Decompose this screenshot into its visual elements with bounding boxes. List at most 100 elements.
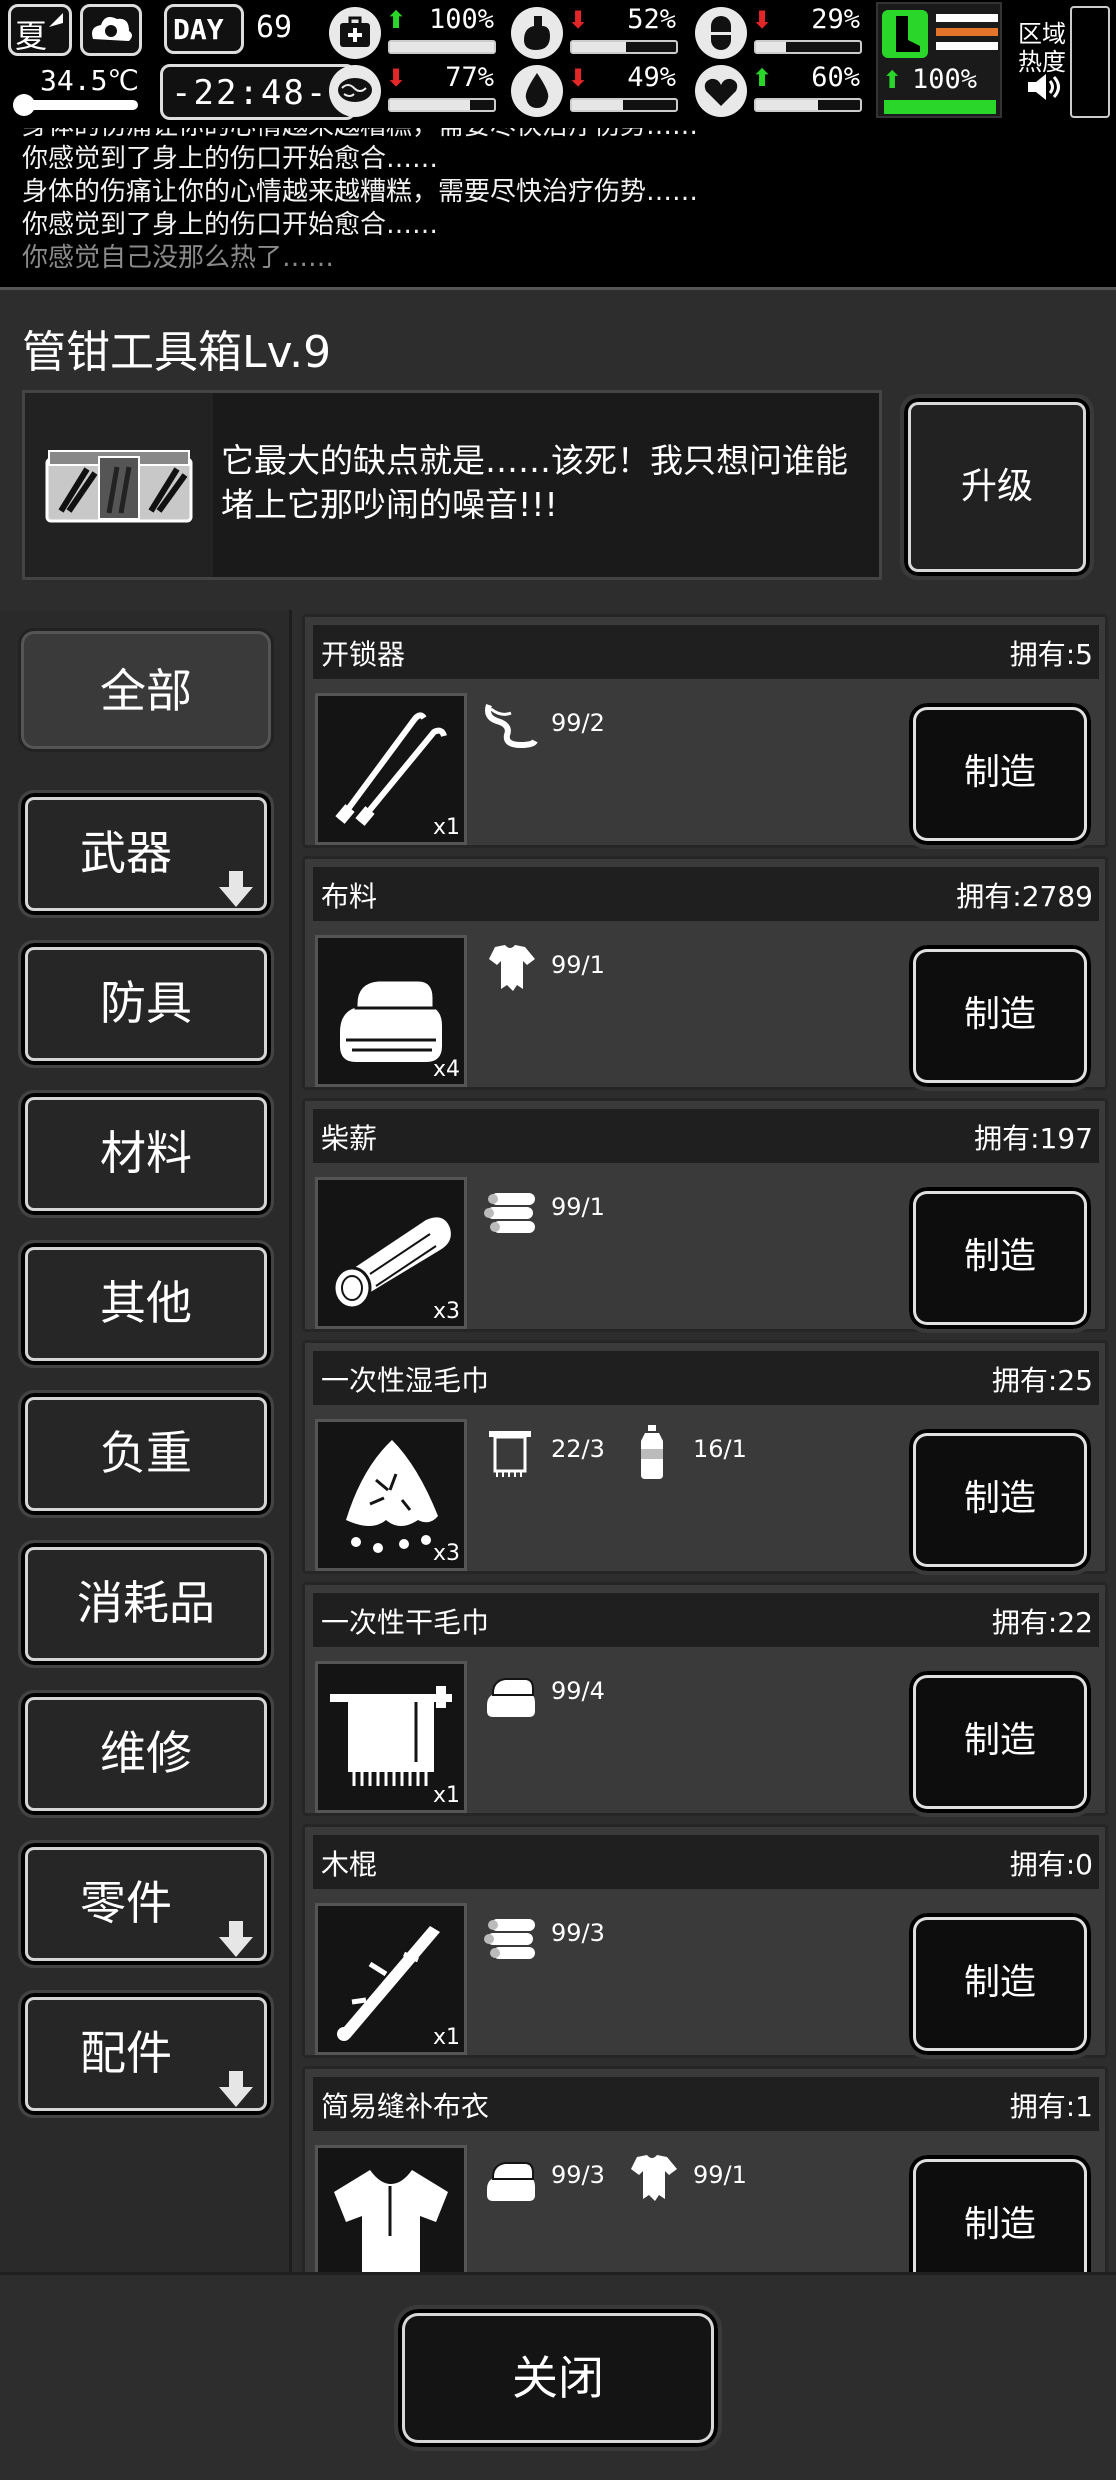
stat-bar: [754, 40, 862, 54]
output-quantity: x3: [432, 1299, 460, 1324]
stat-value: 77%: [445, 62, 494, 93]
owned-count: 拥有:5: [1009, 638, 1093, 671]
logs-icon: [481, 1183, 539, 1237]
recipe-header: 布料 拥有:2789: [313, 867, 1099, 921]
recipe-item: 一次性湿毛巾 拥有:25 x3 22/3 16/1 制造: [302, 1340, 1108, 1575]
stat-bar-fill: [390, 100, 471, 110]
recipe-list[interactable]: 开锁器 拥有:5 x1 99/2 制造 布料 拥有:2789 x4 99/1 制造 柴薪 拥有:197…: [298, 610, 1110, 2272]
category-tab-1[interactable]: 武器: [18, 790, 274, 918]
stat-medicine: ⬇ 29%: [694, 4, 864, 62]
pill-icon: [694, 6, 748, 60]
category-label: 消耗品: [77, 1576, 215, 1630]
category-label: 配件: [80, 2026, 172, 2080]
owned-count: 拥有:197: [974, 1122, 1093, 1155]
stat-value: 100%: [428, 4, 494, 35]
category-tab-3[interactable]: 材料: [18, 1090, 274, 1218]
clock-time: -22:48-: [171, 73, 329, 113]
craft-button[interactable]: 制造: [905, 699, 1095, 849]
message-log: 身体的伤痛让你的心情越来越糟糕，需要尽快治疗伤势…… 你感觉到了身上的伤口开始愈…: [0, 128, 1116, 283]
stat-health: ⬆ 100%: [328, 4, 498, 62]
category-tab-0[interactable]: 全部: [18, 628, 274, 752]
weather-icon: [80, 4, 142, 56]
tool-description: 它最大的缺点就是……该死！我只想问谁能堵上它那吵闹的噪音!!!: [221, 441, 848, 524]
stat-value: 60%: [811, 62, 860, 93]
water-drop-icon: [510, 64, 564, 118]
category-label: 维修: [100, 1726, 192, 1780]
craft-button[interactable]: 制造: [905, 1667, 1095, 1817]
material-count: 16/1: [693, 1435, 747, 1463]
output-quantity: x1: [432, 1783, 460, 1808]
stat-value: 29%: [811, 4, 860, 35]
stat-bar: [388, 40, 496, 54]
recipe-item: 开锁器 拥有:5 x1 99/2 制造: [302, 614, 1108, 849]
recipe-image[interactable]: x3: [315, 1419, 467, 1571]
speaker-icon[interactable]: [1026, 72, 1062, 102]
recipe-name: 一次性干毛巾: [321, 1606, 490, 1639]
owned-count: 拥有:1: [1009, 2090, 1093, 2123]
tool-info-box: 它最大的缺点就是……该死！我只想问谁能堵上它那吵闹的噪音!!!: [22, 390, 882, 580]
category-tab-7[interactable]: 维修: [18, 1690, 274, 1818]
stat-mood: ⬇ 77%: [328, 62, 498, 120]
trend-arrow-icon: ⬇: [568, 6, 589, 34]
stamina-value: 100%: [912, 64, 978, 95]
stat-bar: [754, 98, 862, 112]
status-bar: 夏 34.5℃ DAY 69 -22:48- ⬆ 100% ⬇ 52% ⬇ 29% ⬇ 77%…: [0, 0, 1116, 128]
recipe-header: 开锁器 拥有:5: [313, 625, 1099, 679]
material-count: 99/1: [551, 1193, 605, 1221]
category-tab-6[interactable]: 消耗品: [18, 1540, 274, 1668]
tool-title: 管钳工具箱Lv.9: [22, 327, 332, 378]
stat-bar-fill: [756, 42, 787, 52]
upgrade-button[interactable]: 升级: [900, 394, 1094, 580]
water-bottle-icon: [623, 1425, 681, 1479]
craft-button[interactable]: 制造: [905, 1425, 1095, 1575]
bottom-bar: 关闭: [0, 2272, 1116, 2480]
recipe-header: 一次性干毛巾 拥有:22: [313, 1593, 1099, 1647]
recipe-item: 简易缝补布衣 拥有:1 99/3 99/1 制造: [302, 2066, 1108, 2272]
medkit-icon: [328, 6, 382, 60]
category-label: 全部: [100, 664, 192, 718]
expand-arrow-down-icon: [217, 2033, 255, 2107]
category-tab-2[interactable]: 防具: [18, 940, 274, 1068]
season-label: 夏: [15, 17, 48, 55]
recipe-name: 布料: [321, 880, 378, 913]
stamina-bar-fill: [886, 102, 994, 112]
owned-count: 拥有:22: [991, 1606, 1093, 1639]
towel-icon: [481, 1425, 539, 1479]
recipe-image[interactable]: x4: [315, 935, 467, 1087]
output-quantity: x1: [432, 815, 460, 840]
log-line: 你感觉到了身上的伤口开始愈合……: [22, 210, 439, 240]
close-button[interactable]: 关闭: [394, 2305, 722, 2451]
thermometer-icon: [13, 94, 138, 116]
output-quantity: x1: [432, 2025, 460, 2050]
torn-shirt-icon: [623, 2151, 681, 2205]
leg-icon: [882, 10, 928, 58]
clock-display: -22:48-: [160, 64, 356, 120]
recipe-image[interactable]: x3: [315, 1177, 467, 1329]
craft-button[interactable]: 制造: [905, 941, 1095, 1091]
stat-bar-fill: [572, 42, 627, 52]
heart-icon: [694, 64, 748, 118]
recipe-item: 布料 拥有:2789 x4 99/1 制造: [302, 856, 1108, 1091]
category-tab-5[interactable]: 负重: [18, 1390, 274, 1518]
craft-button[interactable]: 制造: [905, 1909, 1095, 2059]
recipe-name: 简易缝补布衣: [321, 2090, 490, 2123]
category-sidebar: 全部武器防具材料其他负重消耗品维修零件配件: [0, 610, 292, 2282]
craft-button[interactable]: 制造: [905, 1183, 1095, 1333]
log-line: 身体的伤痛让你的心情越来越糟糕，需要尽快治疗伤势……: [22, 177, 699, 207]
crafting-panel: 管钳工具箱Lv.9 它最大的缺点就是……该死！我只想问谁能堵上它那吵闹的噪音!!…: [0, 287, 1116, 2480]
stomach-icon: [510, 6, 564, 60]
category-label: 零件: [80, 1876, 172, 1930]
category-tab-4[interactable]: 其他: [18, 1240, 274, 1368]
recipe-image[interactable]: x1: [315, 1661, 467, 1813]
category-tab-9[interactable]: 配件: [18, 1990, 274, 2118]
season-badge: 夏: [8, 4, 72, 56]
owned-count: 拥有:0: [1009, 1848, 1093, 1881]
log-line: 身体的伤痛让你的心情越来越糟糕，需要尽快治疗伤势……: [22, 128, 1116, 143]
recipe-image[interactable]: x1: [315, 1903, 467, 2055]
recipe-image[interactable]: [315, 2145, 467, 2272]
category-tab-8[interactable]: 零件: [18, 1840, 274, 1968]
recipe-item: 木棍 拥有:0 x1 99/3 制造: [302, 1824, 1108, 2059]
craft-button[interactable]: 制造: [905, 2151, 1095, 2272]
recipe-image[interactable]: x1: [315, 693, 467, 845]
output-quantity: x3: [432, 1541, 460, 1566]
